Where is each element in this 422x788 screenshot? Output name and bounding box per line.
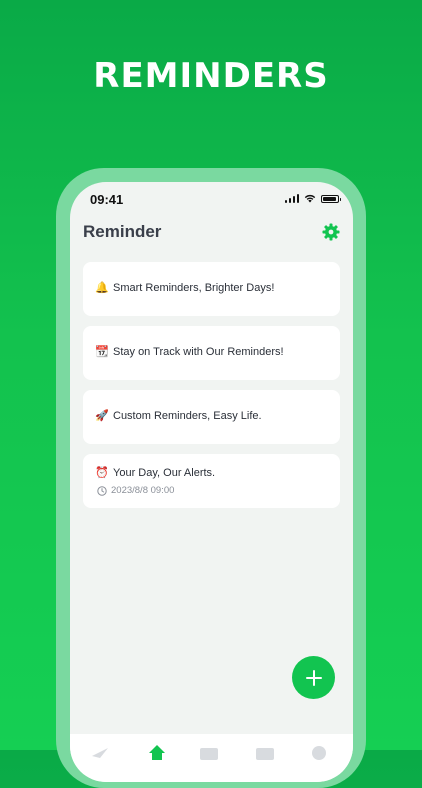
battery-icon bbox=[321, 194, 341, 203]
marketing-headline: REMINDERS bbox=[93, 56, 329, 96]
reminder-title: 🔔 Smart Reminders, Brighter Days! bbox=[95, 281, 274, 294]
clock-icon bbox=[97, 485, 107, 496]
tab-profile-icon[interactable] bbox=[310, 744, 328, 760]
reminder-card[interactable]: 📆 Stay on Track with Our Reminders! bbox=[83, 326, 340, 380]
page-title: Reminder bbox=[83, 222, 162, 241]
reminder-title: 🚀 Custom Reminders, Easy Life. bbox=[95, 409, 262, 422]
reminder-time-text: 2023/8/8 09:00 bbox=[111, 485, 175, 496]
status-bar: 09:41 bbox=[70, 182, 353, 216]
wifi-icon bbox=[304, 194, 316, 203]
reminder-card[interactable]: 🚀 Custom Reminders, Easy Life. bbox=[83, 390, 340, 444]
alarm-clock-icon: ⏰ bbox=[95, 466, 109, 479]
reminder-text: Smart Reminders, Brighter Days! bbox=[113, 282, 275, 294]
reminder-text: Stay on Track with Our Reminders! bbox=[113, 346, 284, 358]
status-icons bbox=[284, 194, 341, 203]
calendar-icon: 📆 bbox=[95, 345, 109, 358]
gear-icon bbox=[322, 223, 340, 241]
rocket-icon: 🚀 bbox=[95, 409, 109, 422]
reminder-text: Your Day, Our Alerts. bbox=[113, 467, 216, 479]
app-screen: 09:41 Reminder 🔔 Smart Reminders, Bright… bbox=[70, 182, 353, 782]
status-time: 09:41 bbox=[90, 192, 124, 207]
reminder-card[interactable]: ⏰ Your Day, Our Alerts. 2023/8/8 09:00 bbox=[83, 454, 340, 508]
reminder-time: 2023/8/8 09:00 bbox=[97, 485, 174, 496]
reminder-text: Custom Reminders, Easy Life. bbox=[113, 410, 262, 422]
bell-icon: 🔔 bbox=[95, 281, 109, 294]
cellular-signal-icon bbox=[284, 194, 299, 203]
tab-list-icon[interactable] bbox=[200, 744, 218, 760]
tab-send-icon[interactable] bbox=[90, 744, 110, 760]
add-reminder-button[interactable] bbox=[292, 656, 335, 699]
reminder-card[interactable]: 🔔 Smart Reminders, Brighter Days! bbox=[83, 262, 340, 316]
reminder-title: ⏰ Your Day, Our Alerts. bbox=[95, 466, 215, 479]
reminder-title: 📆 Stay on Track with Our Reminders! bbox=[95, 345, 284, 358]
tab-bar bbox=[70, 734, 353, 782]
settings-button[interactable] bbox=[321, 222, 341, 242]
tab-calendar-icon[interactable] bbox=[256, 744, 274, 760]
tab-home-icon[interactable] bbox=[148, 744, 166, 760]
